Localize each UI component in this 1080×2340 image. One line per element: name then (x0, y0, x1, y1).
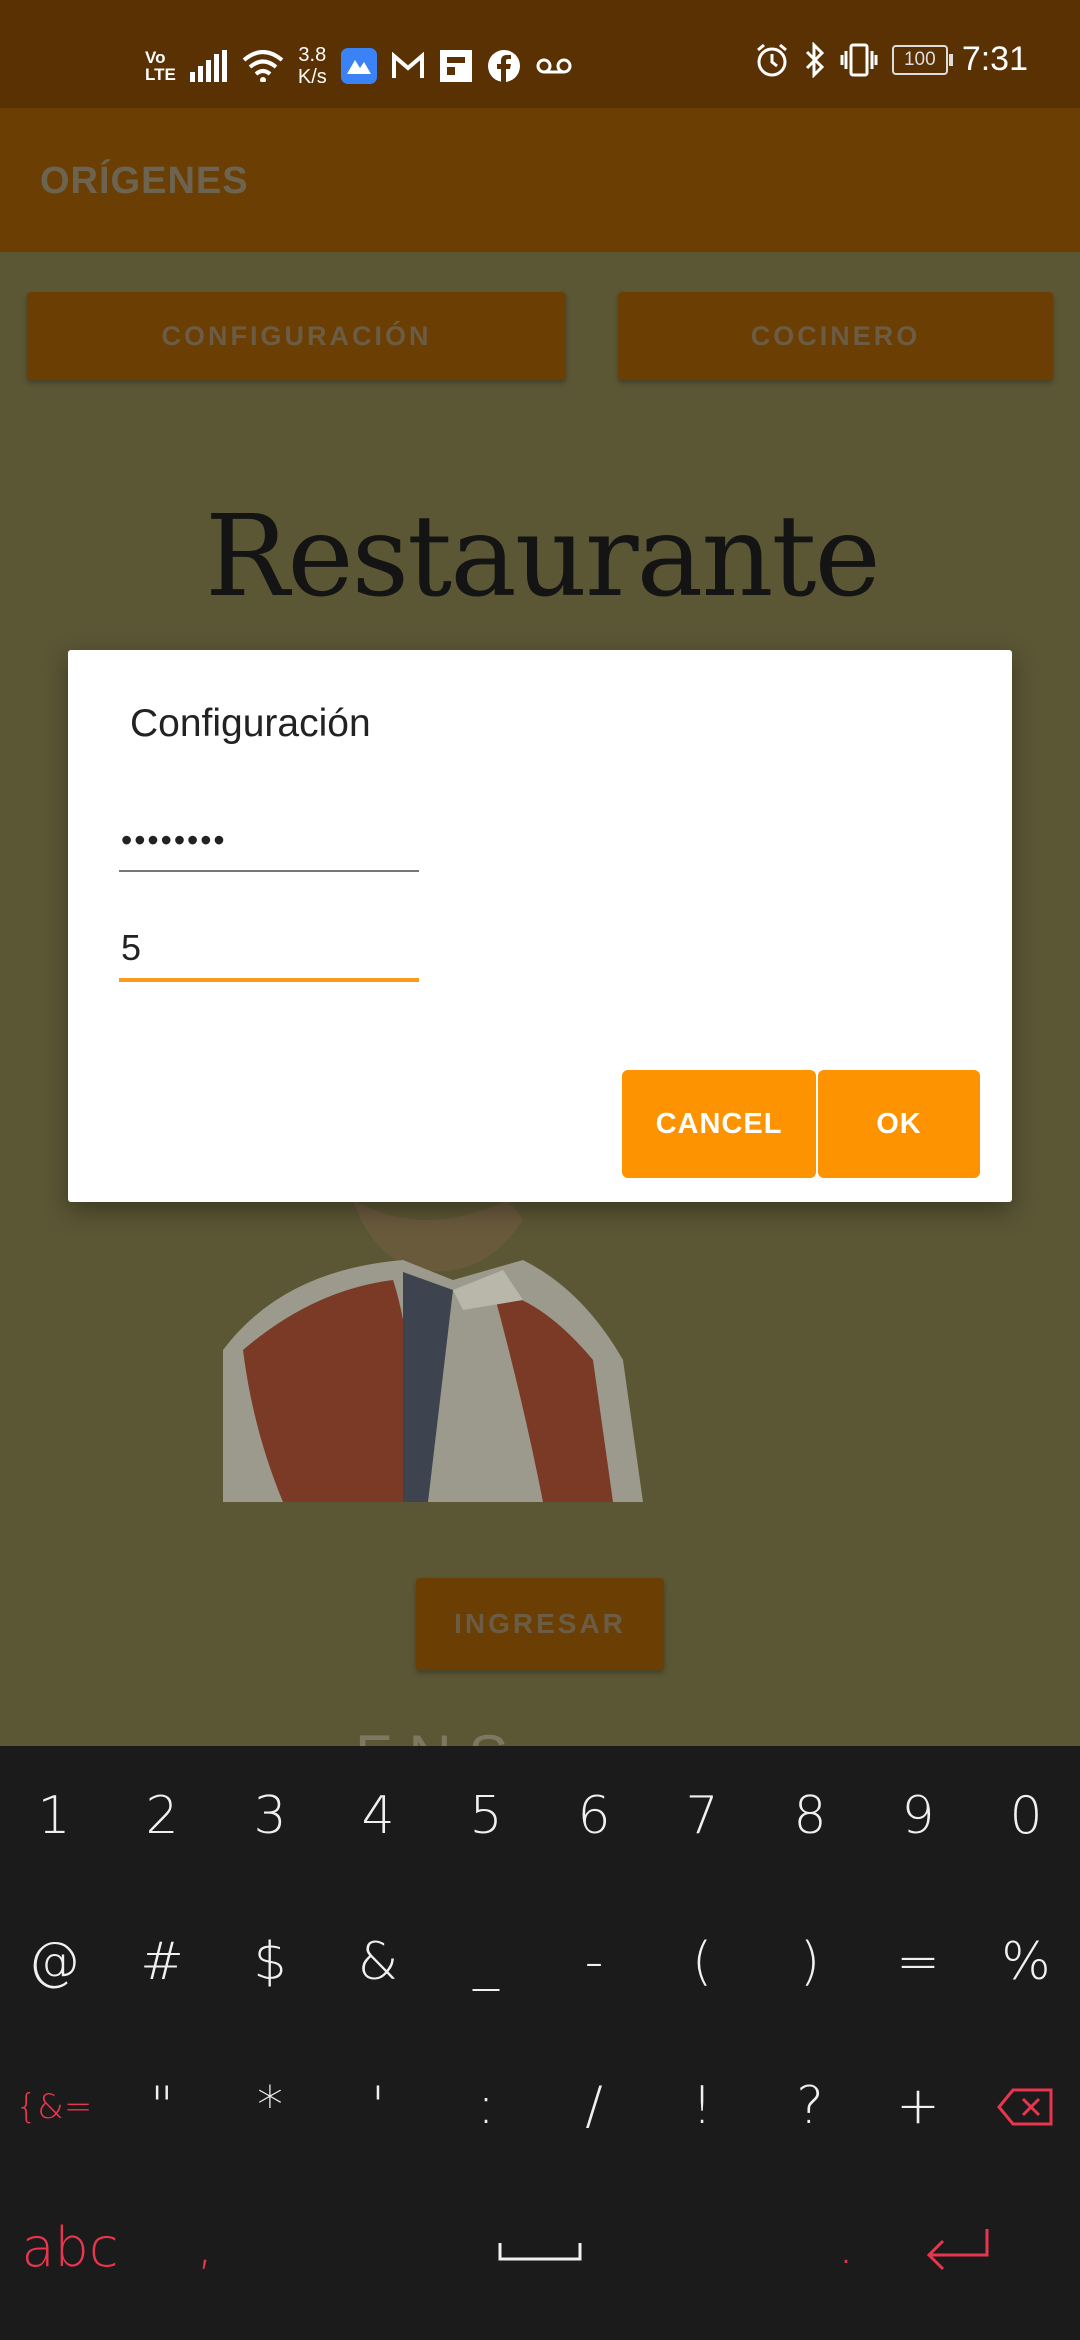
key[interactable]: ) (756, 1932, 864, 1992)
key[interactable]: ' (324, 2076, 432, 2138)
volte-top: Vo (145, 48, 166, 67)
space-key[interactable] (270, 2216, 810, 2286)
voicemail-icon (535, 56, 573, 76)
key[interactable]: # (108, 1932, 216, 1992)
app-title: ORÍGENES (40, 160, 249, 202)
dialog-title: Configuración (130, 702, 371, 745)
bluetooth-icon (804, 41, 826, 78)
signal-icon (189, 50, 228, 82)
key[interactable]: - (540, 1932, 648, 1992)
key[interactable]: 7 (648, 1786, 756, 1846)
key[interactable]: & (324, 1932, 432, 1992)
configuration-dialog: Configuración CANCEL OK (68, 650, 1012, 1202)
key[interactable]: _ (432, 1932, 540, 1992)
enter-button-label: INGRESAR (454, 1608, 626, 1639)
key[interactable]: $ (216, 1932, 324, 1992)
cancel-button[interactable]: CANCEL (622, 1070, 816, 1178)
cook-button-label: COCINERO (750, 320, 921, 351)
app-notification-icon (340, 48, 377, 84)
battery-level: 100 (903, 48, 936, 70)
wifi-icon (242, 50, 284, 82)
key[interactable]: " (108, 2076, 216, 2138)
more-symbols-key[interactable]: {&= (0, 2076, 108, 2138)
cook-button[interactable]: COCINERO (618, 292, 1053, 380)
status-bar-right: 100 7:31 (754, 40, 1028, 79)
key[interactable]: 1 (0, 1786, 108, 1846)
network-speed: 3.8 K/s (298, 44, 327, 88)
status-bar: Vo LTE 3.8 K/s 100 7:31 (0, 0, 1080, 108)
key[interactable]: 9 (864, 1786, 972, 1846)
password-field[interactable] (119, 810, 419, 872)
number-field[interactable] (119, 918, 419, 982)
network-speed-unit: K/s (297, 66, 327, 88)
enter-button[interactable]: INGRESAR (416, 1578, 664, 1670)
app-bar: ORÍGENES (0, 108, 1080, 252)
key[interactable]: 0 (972, 1786, 1080, 1846)
restaurant-logo: Restaurante (205, 492, 881, 622)
news-icon (439, 49, 473, 83)
key[interactable]: % (972, 1932, 1080, 1992)
facebook-icon (487, 49, 521, 83)
ok-button[interactable]: OK (818, 1070, 980, 1178)
vibrate-icon (840, 43, 878, 77)
chef-portrait (223, 1200, 663, 1502)
key[interactable]: 8 (756, 1786, 864, 1846)
keyboard-row-symbols-2: {&= " * ' : / ! ? + (0, 2076, 1080, 2138)
comma-key[interactable]: , (140, 2216, 270, 2286)
soft-keyboard: 1 2 3 4 5 6 7 8 9 0 @ # $ & _ - ( ) = % … (0, 1746, 1080, 2340)
network-speed-value: 3.8 (298, 44, 327, 66)
clock: 7:31 (961, 40, 1028, 78)
key[interactable]: / (540, 2076, 648, 2138)
key[interactable]: 4 (324, 1786, 432, 1846)
abc-key[interactable]: abc (0, 2216, 140, 2286)
configuration-button[interactable]: CONFIGURACIÓN (27, 292, 566, 380)
keyboard-row-numbers: 1 2 3 4 5 6 7 8 9 0 (0, 1786, 1080, 1846)
enter-icon[interactable] (882, 2216, 1032, 2286)
configuration-button-label: CONFIGURACIÓN (161, 320, 432, 351)
alarm-icon (754, 42, 790, 78)
period-key[interactable]: . (810, 2216, 882, 2286)
status-bar-left: Vo LTE 3.8 K/s (145, 44, 573, 88)
key[interactable]: * (216, 2076, 324, 2138)
keyboard-row-bottom: abc , . (0, 2216, 1080, 2286)
battery-indicator: 100 (891, 44, 953, 75)
key[interactable]: ? (756, 2076, 864, 2138)
key[interactable]: @ (0, 1932, 108, 1992)
key[interactable]: 6 (540, 1786, 648, 1846)
cancel-button-label: CANCEL (655, 1107, 783, 1140)
gmail-icon (391, 52, 425, 80)
key[interactable]: + (864, 2076, 972, 2138)
key[interactable]: = (864, 1932, 972, 1992)
key[interactable]: 5 (432, 1786, 540, 1846)
volte-indicator: Vo LTE (145, 49, 176, 83)
key[interactable]: ! (648, 2076, 756, 2138)
key[interactable]: 2 (108, 1786, 216, 1846)
ok-button-label: OK (876, 1107, 922, 1140)
key[interactable]: : (432, 2076, 540, 2138)
key[interactable]: 3 (216, 1786, 324, 1846)
volte-bottom: LTE (145, 65, 176, 84)
keyboard-row-symbols: @ # $ & _ - ( ) = % (0, 1932, 1080, 1992)
backspace-icon[interactable] (972, 2076, 1080, 2138)
key[interactable]: ( (648, 1932, 756, 1992)
